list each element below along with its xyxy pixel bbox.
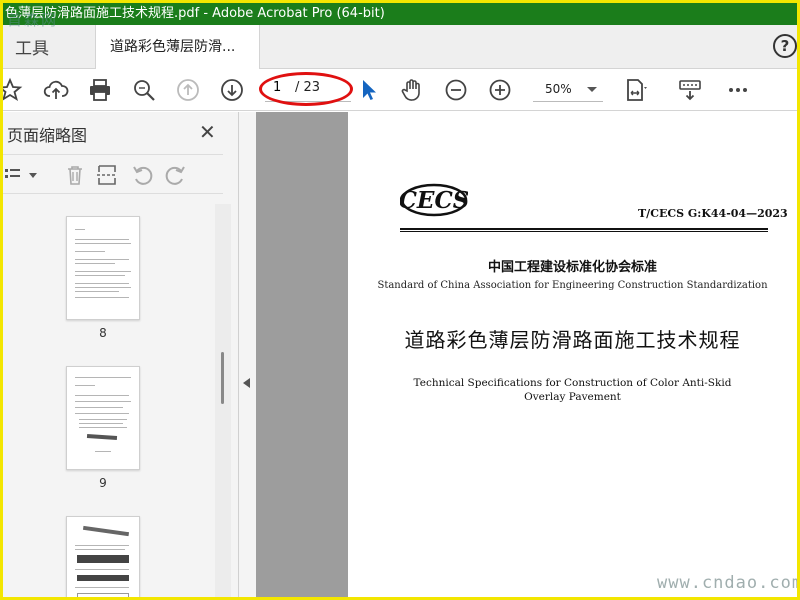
thumbnail-label: 8 bbox=[99, 326, 107, 340]
watermark-top: 首森网 bbox=[7, 11, 59, 29]
options-chevron-icon[interactable] bbox=[29, 173, 37, 178]
print-icon[interactable] bbox=[87, 77, 113, 103]
header-rule bbox=[400, 228, 768, 230]
panel-title: 页面缩略图 bbox=[7, 126, 88, 145]
association-name-en: Standard of China Association for Engine… bbox=[377, 280, 768, 291]
star-icon[interactable] bbox=[3, 77, 23, 103]
document-title-en-line1: Technical Specifications for Constructio… bbox=[413, 377, 732, 389]
scrollbar-thumb[interactable] bbox=[221, 352, 224, 404]
zoom-level-value: 50% bbox=[545, 82, 572, 96]
page-thumbnail-10[interactable] bbox=[66, 516, 140, 597]
rotate-left-icon[interactable] bbox=[131, 163, 155, 191]
document-page: CECS T/CECS G:K44-04—2023 中国工程建设标准化协会标准 … bbox=[348, 112, 797, 597]
tab-document[interactable]: 道路彩色薄层防滑... bbox=[95, 25, 260, 69]
more-icon[interactable] bbox=[725, 77, 751, 103]
cloud-upload-icon[interactable] bbox=[43, 77, 69, 103]
arrow-down-icon[interactable] bbox=[219, 77, 245, 103]
help-icon[interactable]: ? bbox=[773, 34, 797, 58]
svg-text:CECS: CECS bbox=[400, 187, 468, 214]
window-title-bar: 色薄层防滑路面施工技术规程.pdf - Adobe Acrobat Pro (6… bbox=[3, 3, 797, 25]
chevron-down-icon[interactable] bbox=[587, 87, 597, 92]
zoom-in-icon[interactable] bbox=[487, 77, 513, 103]
collapse-arrow-icon[interactable] bbox=[243, 378, 250, 388]
watermark-bottom: www.cndao.com bbox=[657, 573, 800, 593]
extract-pages-icon[interactable] bbox=[95, 163, 119, 191]
cecs-logo: CECS bbox=[400, 183, 468, 217]
zoom-out-icon[interactable] bbox=[443, 77, 469, 103]
select-cursor-icon[interactable] bbox=[355, 77, 381, 103]
page-thumbnails-panel: 页面缩略图 ✕ 8 9 bbox=[3, 112, 239, 597]
document-title-cn: 道路彩色薄层防滑路面施工技术规程 bbox=[404, 328, 741, 352]
rotate-right-icon[interactable] bbox=[163, 163, 187, 191]
standard-code: T/CECS G:K44-04—2023 bbox=[638, 207, 788, 220]
thumbnail-toolbar bbox=[3, 154, 223, 194]
main-toolbar: / 23 50% bbox=[3, 69, 797, 111]
tab-bar: 工具 道路彩色薄层防滑... ? bbox=[3, 25, 797, 69]
page-thumbnail-8[interactable] bbox=[66, 216, 140, 320]
page-thumbnail-9[interactable] bbox=[66, 366, 140, 470]
thumbnail-list: 8 9 bbox=[3, 204, 215, 597]
header-rule-thin bbox=[400, 231, 768, 232]
arrow-up-icon[interactable] bbox=[175, 77, 201, 103]
association-name-cn: 中国工程建设标准化协会标准 bbox=[487, 260, 657, 275]
window-title: 色薄层防滑路面施工技术规程.pdf - Adobe Acrobat Pro (6… bbox=[5, 6, 385, 21]
hand-icon[interactable] bbox=[399, 77, 425, 103]
highlight-oval bbox=[259, 72, 353, 106]
document-background bbox=[256, 112, 348, 597]
thumbnail-scrollbar[interactable] bbox=[215, 204, 231, 597]
trash-icon[interactable] bbox=[63, 163, 87, 191]
panel-collapse-strip[interactable] bbox=[239, 112, 256, 597]
screenshot-frame: 色薄层防滑路面施工技术规程.pdf - Adobe Acrobat Pro (6… bbox=[0, 0, 800, 600]
options-menu-icon[interactable] bbox=[3, 164, 27, 186]
tab-tools[interactable]: 工具 bbox=[15, 34, 49, 59]
document-title-en-line2: Overlay Pavement bbox=[524, 391, 621, 403]
thumbnail-label: 9 bbox=[99, 476, 107, 490]
zoom-search-icon[interactable] bbox=[131, 77, 157, 103]
close-icon[interactable]: ✕ bbox=[199, 120, 216, 144]
keyboard-icon[interactable] bbox=[677, 77, 703, 103]
fit-page-icon[interactable] bbox=[623, 77, 649, 103]
